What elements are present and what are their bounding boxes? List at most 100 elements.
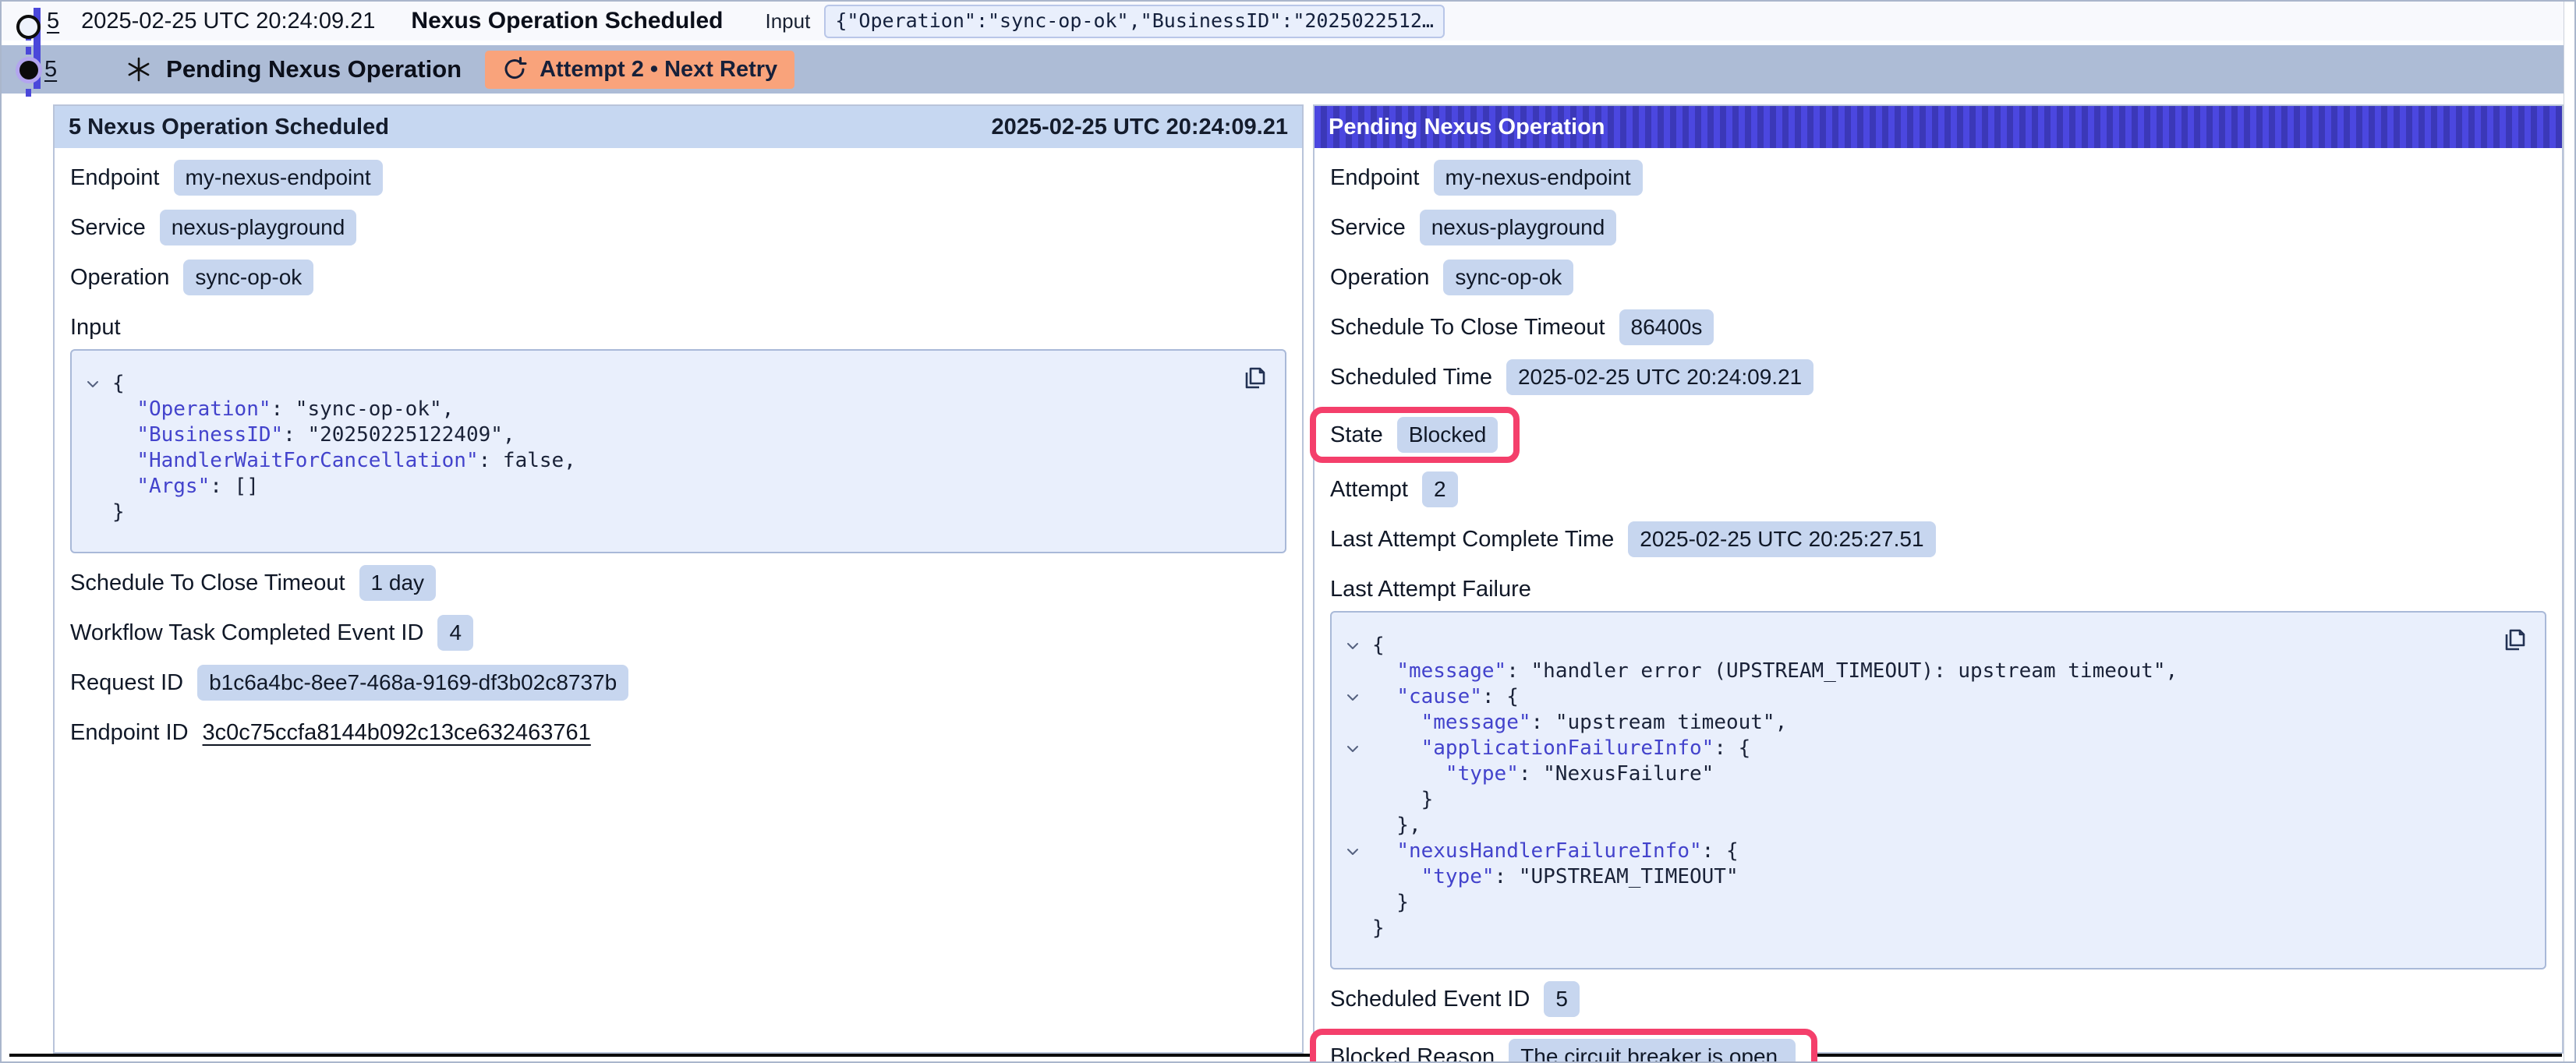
chevron-down-icon[interactable] — [1341, 736, 1372, 761]
field-value-chip: my-nexus-endpoint — [174, 160, 383, 196]
endpoint-id-link[interactable]: 3c0c75ccfa8144b092c13ce632463761 — [203, 720, 591, 746]
json-text: } — [1372, 916, 1385, 941]
field-endpoint-id: Endpoint ID 3c0c75ccfa8144b092c13ce63246… — [70, 715, 1286, 750]
field-value-chip: 5 — [1544, 981, 1580, 1017]
event-marker-open-circle-icon — [16, 15, 41, 39]
json-line: } — [1341, 787, 2526, 813]
field-blocked-reason: Blocked Reason The circuit breaker is op… — [1330, 1040, 1796, 1063]
vertical-scrollbar[interactable] — [2564, 2, 2574, 1061]
scheduled-panel-body: Endpoint my-nexus-endpoint Service nexus… — [55, 148, 1302, 750]
json-text: "Args": [] — [112, 474, 259, 500]
event-history-view: 5 2025-02-25 UTC 20:24:09.21 Nexus Opera… — [0, 0, 2576, 1063]
field-label: Blocked Reason — [1330, 1044, 1495, 1063]
field-value-chip: my-nexus-endpoint — [1434, 160, 1643, 196]
field-label: Schedule To Close Timeout — [70, 570, 345, 596]
json-line: "cause": { — [1341, 684, 2526, 710]
blocked-reason-highlight-box: Blocked Reason The circuit breaker is op… — [1310, 1029, 1817, 1063]
event-marker-filled-dot-icon — [19, 61, 38, 79]
event-row-scheduled[interactable]: 5 2025-02-25 UTC 20:24:09.21 Nexus Opera… — [2, 2, 2564, 41]
field-schedule-to-close-timeout: Schedule To Close Timeout 1 day — [70, 566, 1286, 600]
chevron-spacer — [1341, 659, 1372, 684]
json-line: "Args": [] — [81, 474, 1266, 500]
input-label: Input — [766, 9, 811, 34]
field-label: Service — [70, 215, 146, 241]
field-operation: Operation sync-op-ok — [70, 260, 1286, 295]
json-text: }, — [1372, 813, 1421, 839]
retry-badge[interactable]: Attempt 2 • Next Retry — [485, 51, 794, 89]
field-label: Service — [1330, 215, 1406, 241]
event-id-link[interactable]: 5 — [47, 9, 59, 34]
field-scheduled-time: Scheduled Time 2025-02-25 UTC 20:24:09.2… — [1330, 360, 2546, 394]
state-value-chip: Blocked — [1397, 417, 1499, 453]
json-line: "type": "NexusFailure" — [1341, 761, 2526, 787]
field-label: Request ID — [70, 670, 183, 696]
field-value-chip: b1c6a4bc-8ee7-468a-9169-df3b02c8737b — [197, 665, 628, 701]
field-request-id: Request ID b1c6a4bc-8ee7-468a-9169-df3b0… — [70, 666, 1286, 700]
chevron-down-icon[interactable] — [1341, 633, 1372, 659]
field-schedule-to-close-timeout: Schedule To Close Timeout 86400s — [1330, 310, 2546, 344]
field-value-chip: 2025-02-25 UTC 20:24:09.21 — [1506, 359, 1813, 395]
json-text: } — [112, 500, 125, 525]
blocked-reason-value-chip: The circuit breaker is open. — [1509, 1039, 1796, 1063]
field-workflow-task-completed-event-id: Workflow Task Completed Event ID 4 — [70, 616, 1286, 650]
chevron-spacer — [81, 500, 112, 525]
chevron-down-icon[interactable] — [1341, 684, 1372, 710]
field-label: Scheduled Time — [1330, 365, 1492, 390]
retry-badge-label: Attempt 2 • Next Retry — [540, 57, 777, 83]
field-endpoint: Endpoint my-nexus-endpoint — [1330, 161, 2546, 195]
nexus-asterisk-icon — [126, 56, 152, 83]
json-text: "type": "NexusFailure" — [1372, 761, 1714, 787]
section-bottom-divider — [9, 1054, 2562, 1057]
pending-panel-header: Pending Nexus Operation — [1315, 106, 2562, 148]
chevron-spacer — [81, 448, 112, 474]
field-last-attempt-complete-time: Last Attempt Complete Time 2025-02-25 UT… — [1330, 522, 2546, 556]
json-line: "BusinessID": "20250225122409", — [81, 422, 1266, 448]
chevron-down-icon[interactable] — [81, 371, 112, 397]
field-label: State — [1330, 422, 1383, 448]
field-label: Attempt — [1330, 477, 1408, 503]
scheduled-event-panel: 5 Nexus Operation Scheduled 2025-02-25 U… — [53, 104, 1304, 1054]
json-text: "type": "UPSTREAM_TIMEOUT" — [1372, 864, 1739, 890]
field-value-chip: nexus-playground — [1420, 210, 1617, 245]
chevron-spacer — [1341, 864, 1372, 890]
pending-operation-panel: Pending Nexus Operation Endpoint my-nexu… — [1313, 104, 2564, 1054]
field-value-chip: sync-op-ok — [1443, 260, 1573, 295]
json-line: { — [81, 371, 1266, 397]
field-label: Endpoint — [70, 165, 160, 191]
field-value-chip: 1 day — [359, 565, 437, 601]
pending-event-title: Pending Nexus Operation — [166, 55, 462, 83]
chevron-down-icon[interactable] — [1341, 839, 1372, 864]
field-value-chip: 2 — [1422, 471, 1458, 507]
event-title: Nexus Operation Scheduled — [411, 8, 723, 34]
field-endpoint: Endpoint my-nexus-endpoint — [70, 161, 1286, 195]
chevron-spacer — [81, 474, 112, 500]
input-json-viewer: { "Operation": "sync-op-ok", "BusinessID… — [70, 349, 1286, 553]
field-label: Operation — [1330, 265, 1429, 291]
json-text: "cause": { — [1372, 684, 1519, 710]
chevron-spacer — [81, 422, 112, 448]
field-label: Endpoint — [1330, 165, 1420, 191]
field-attempt: Attempt 2 — [1330, 472, 2546, 507]
chevron-spacer — [1341, 813, 1372, 839]
field-value-chip: sync-op-ok — [183, 260, 313, 295]
field-value-chip: 4 — [437, 615, 473, 651]
input-preview-chip: {"Operation":"sync-op-ok","BusinessID":"… — [824, 5, 1445, 38]
field-label: Endpoint ID — [70, 720, 189, 746]
field-service: Service nexus-playground — [1330, 210, 2546, 245]
json-line: }, — [1341, 813, 2526, 839]
field-label: Schedule To Close Timeout — [1330, 315, 1605, 341]
json-line: { — [1341, 633, 2526, 659]
copy-icon[interactable] — [2501, 625, 2529, 653]
event-rows: 5 2025-02-25 UTC 20:24:09.21 Nexus Opera… — [2, 2, 2564, 94]
field-label: Scheduled Event ID — [1330, 987, 1530, 1012]
json-line: "HandlerWaitForCancellation": false, — [81, 448, 1266, 474]
field-service: Service nexus-playground — [70, 210, 1286, 245]
event-row-pending[interactable]: 5 Pending Nexus Operation Attempt 2 • Ne… — [2, 45, 2564, 94]
failure-json-viewer: { "message": "handler error (UPSTREAM_TI… — [1330, 611, 2546, 969]
chevron-spacer — [1341, 890, 1372, 916]
copy-icon[interactable] — [1241, 363, 1269, 391]
field-label: Last Attempt Complete Time — [1330, 527, 1614, 553]
json-text: } — [1372, 787, 1433, 813]
json-text: "message": "handler error (UPSTREAM_TIME… — [1372, 659, 2178, 684]
chevron-spacer — [81, 397, 112, 422]
